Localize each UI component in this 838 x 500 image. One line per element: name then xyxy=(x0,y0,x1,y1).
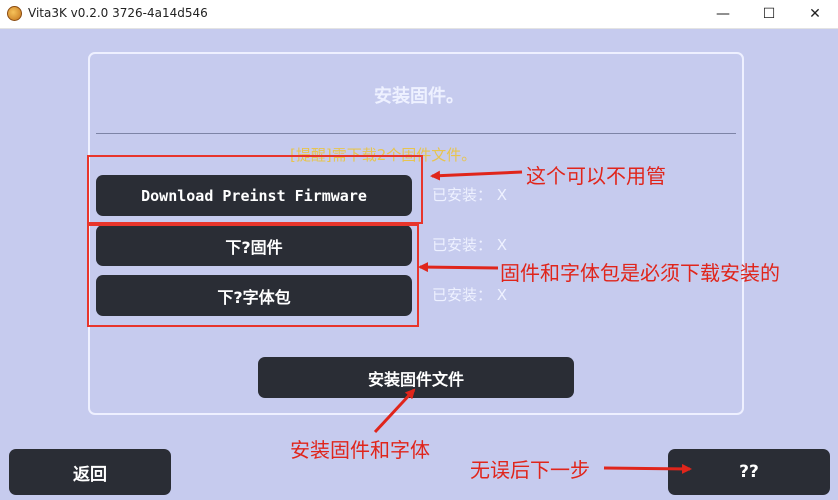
arrow-required xyxy=(418,262,499,273)
arrow-preinst xyxy=(430,170,523,181)
annotation-next-note: 无误后下一步 xyxy=(470,458,590,482)
annotation-preinst-note: 这个可以不用管 xyxy=(526,164,666,188)
arrow-install xyxy=(373,388,416,434)
arrow-next xyxy=(603,463,692,474)
annotation-install-note: 安装固件和字体 xyxy=(290,438,430,462)
annotation-arrows xyxy=(373,170,692,474)
annotation-required-note: 固件和字体包是必须下载安装的 xyxy=(500,261,780,285)
